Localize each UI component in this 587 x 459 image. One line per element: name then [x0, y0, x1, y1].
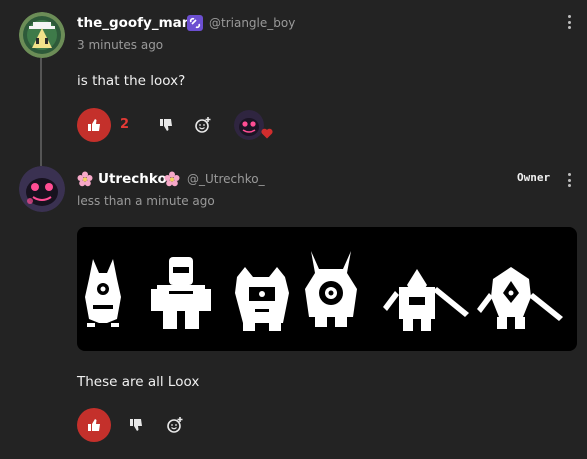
- react-button[interactable]: [193, 115, 213, 135]
- heart-icon: [261, 128, 273, 139]
- user-handle[interactable]: @_Utrechko_: [187, 172, 265, 186]
- attached-image[interactable]: [77, 227, 577, 351]
- more-options-icon[interactable]: [565, 13, 573, 31]
- thumbs-up-icon: [88, 419, 100, 431]
- timestamp: 3 minutes ago: [77, 38, 164, 52]
- loox-sprites-image: [85, 251, 563, 331]
- cherry-blossom-icon: [164, 171, 180, 187]
- comment-text: is that the loox?: [77, 73, 186, 89]
- dislike-button[interactable]: [156, 115, 176, 135]
- thumbs-up-icon: [88, 119, 100, 131]
- thread-line: [40, 58, 42, 166]
- react-button[interactable]: [165, 415, 185, 435]
- commenter-avatar[interactable]: [19, 12, 65, 58]
- comment-text: These are all Loox: [77, 374, 200, 390]
- thumbs-down-icon: [130, 419, 142, 431]
- username[interactable]: Utrechko: [98, 171, 167, 187]
- like-count: 2: [120, 117, 130, 132]
- commenter-avatar[interactable]: [19, 166, 65, 212]
- add-reaction-icon: [195, 117, 211, 133]
- add-reaction-icon: [167, 417, 183, 433]
- timestamp: less than a minute ago: [77, 194, 215, 208]
- like-button[interactable]: [77, 408, 111, 442]
- thumbs-down-icon: [160, 119, 172, 131]
- user-handle[interactable]: @triangle_boy: [209, 16, 295, 30]
- creator-heart-avatar: [234, 110, 264, 140]
- username[interactable]: the_goofy_man: [77, 15, 191, 31]
- more-options-icon[interactable]: [565, 171, 573, 189]
- dislike-button[interactable]: [126, 415, 146, 435]
- cherry-blossom-icon: [77, 171, 93, 187]
- owner-badge: Owner: [517, 171, 551, 184]
- like-button[interactable]: [77, 108, 111, 142]
- link-icon: [187, 15, 203, 31]
